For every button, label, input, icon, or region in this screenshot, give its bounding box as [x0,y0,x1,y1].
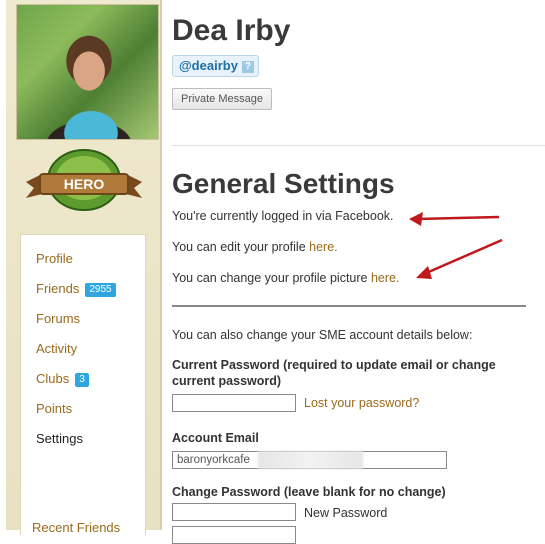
current-password-input[interactable] [172,394,296,412]
left-sidebar: HERO Profile Friends 2955 Forums Activity… [6,0,162,535]
new-password-hint: New Password [304,506,388,520]
profile-avatar[interactable] [16,4,159,140]
profile-handle[interactable]: @deairby? [172,55,259,77]
sidebar-item-profile[interactable]: Profile [36,249,73,269]
account-details-intro: You can also change your SME account det… [172,328,473,342]
hero-badge-label: HERO [64,176,105,192]
sidebar-item-points[interactable]: Points [36,399,72,419]
annotation-arrow-icon [409,212,500,226]
page-title: General Settings [172,168,395,199]
change-picture-link[interactable]: here. [371,271,400,285]
profile-name: Dea Irby [172,14,291,47]
change-picture-line: You can change your profile picture here… [172,271,399,285]
recent-friends-link[interactable]: Recent Friends [32,520,120,535]
redaction-blur [258,451,363,469]
section-divider [172,305,526,307]
sidebar-item-label: Points [36,401,73,416]
current-password-label: Current Password (required to update ema… [172,358,496,388]
sidebar-item-settings[interactable]: Settings [36,429,83,449]
edit-profile-link[interactable]: here. [309,240,338,254]
sidebar-item-label: Forums [36,311,81,326]
change-picture-text: You can change your profile picture [172,271,371,285]
edit-profile-text: You can edit your profile [172,240,310,254]
logged-in-status: You're currently logged in via Facebook. [172,209,394,223]
divider [172,145,545,146]
new-password-input[interactable] [172,503,296,521]
sidebar-item-forums[interactable]: Forums [36,309,80,329]
sidebar-item-label: Profile [36,251,73,266]
edit-profile-line: You can edit your profile here. [172,240,338,254]
sidebar-item-activity[interactable]: Activity [36,339,77,359]
sidebar-item-clubs[interactable]: Clubs 3 [36,369,89,389]
help-icon[interactable]: ? [241,60,254,73]
sidebar-item-label: Friends [36,281,80,296]
account-email-label: Account Email [172,431,259,445]
confirm-password-input[interactable] [172,526,296,544]
handle-text: @deairby [179,58,238,73]
change-password-label: Change Password (leave blank for no chan… [172,485,446,499]
sidebar-item-friends[interactable]: Friends 2955 [36,279,116,299]
private-message-button[interactable]: Private Message [172,88,272,110]
sidebar-item-label: Settings [36,431,83,446]
friends-count-badge: 2955 [85,282,116,297]
lost-password-link[interactable]: Lost your password? [304,396,419,410]
clubs-count-badge: 3 [75,372,89,387]
sidebar-item-label: Activity [36,341,78,356]
hero-badge-icon: HERO [26,149,142,211]
sidebar-nav: Profile Friends 2955 Forums Activity Club… [20,234,146,535]
sidebar-item-label: Clubs [36,371,70,386]
annotation-arrow-icon [416,238,503,279]
